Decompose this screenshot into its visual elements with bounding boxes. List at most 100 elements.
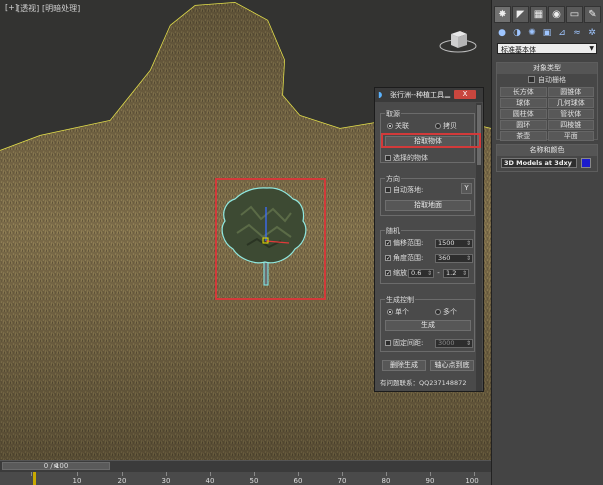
sphere-button[interactable]: 球体: [500, 98, 547, 108]
viewport-shading-mode[interactable]: [明暗处理]: [42, 3, 80, 14]
lights-icon[interactable]: ✺: [526, 27, 538, 39]
helpers-icon[interactable]: ⊿: [556, 27, 568, 39]
radio-label: 多个: [443, 308, 457, 316]
radio-icon[interactable]: [387, 309, 393, 315]
app-logo-icon: ◗: [378, 90, 383, 99]
scale-min-spinner[interactable]: 0.6: [408, 268, 434, 278]
ruler-label: 100: [465, 477, 479, 485]
ruler-tick: [77, 472, 78, 476]
checkbox-icon[interactable]: [385, 155, 391, 161]
delete-generated-button[interactable]: 删除生成: [382, 360, 426, 371]
object-type-rollout: 对象类型 自动栅格 长方体 圆锥体 球体 几何球体 圆柱体 管状体 圆环 四棱锥…: [496, 62, 598, 141]
motion-tab-icon[interactable]: ◉: [548, 6, 565, 23]
checkbox-icon[interactable]: [385, 187, 391, 193]
ruler-label: 60: [293, 477, 303, 485]
autogrid-label: 自动栅格: [538, 75, 566, 84]
generate-control-group: 生成控制 单个 多个 生成 固定间距: 3000: [380, 295, 475, 352]
random-group: 随机 ✓ 偏移范围: 1500 ✓ 角度范围: 360 ✓ 缩放 0.6 - 1…: [380, 226, 475, 284]
ruler-tick: [254, 472, 255, 476]
modify-tab-icon[interactable]: ◤: [512, 6, 529, 23]
object-category-dropdown[interactable]: 标准基本体 ▼: [497, 43, 597, 54]
torus-button[interactable]: 圆环: [500, 120, 547, 130]
ruler-tick: [474, 472, 475, 476]
range-separator: -: [437, 269, 440, 277]
checkbox-icon[interactable]: [528, 76, 535, 83]
time-slider[interactable]: < 0 / 100 >: [2, 462, 110, 470]
auto-ground-checkbox[interactable]: 自动落地:: [385, 185, 423, 195]
cylinder-button[interactable]: 圆柱体: [500, 109, 547, 119]
display-tab-icon[interactable]: ▭: [566, 6, 583, 23]
radio-icon[interactable]: [435, 123, 441, 129]
ruler-tick: [31, 472, 32, 476]
cone-button[interactable]: 圆锥体: [547, 87, 594, 97]
cameras-icon[interactable]: ▣: [541, 27, 553, 39]
ruler-tick: [298, 472, 299, 476]
hierarchy-tab-icon[interactable]: ▦: [530, 6, 547, 23]
radio-icon[interactable]: [435, 309, 441, 315]
current-frame-marker[interactable]: [33, 472, 36, 485]
offset-range-row: ✓ 偏移范围: 1500: [385, 238, 473, 248]
ruler-tick: [210, 472, 211, 476]
axis-y-button[interactable]: Y: [461, 183, 472, 194]
ruler-label: 70: [337, 477, 347, 485]
scale-row: ✓ 缩放 0.6 - 1.2: [385, 268, 469, 278]
spacewarps-icon[interactable]: ≈: [571, 27, 583, 39]
multiple-radio[interactable]: 多个: [435, 307, 457, 317]
pivot-to-bottom-button[interactable]: 轴心点到底: [430, 360, 474, 371]
selected-objects-checkbox[interactable]: 选择的物体: [385, 153, 428, 163]
angle-label: 角度范围:: [393, 254, 424, 262]
chevron-right-icon[interactable]: >: [3, 462, 109, 470]
checkbox-icon[interactable]: ✓: [385, 270, 391, 277]
autogrid-checkbox[interactable]: 自动栅格: [497, 74, 597, 85]
single-radio[interactable]: 单个: [387, 307, 409, 317]
geosphere-button[interactable]: 几何球体: [547, 98, 594, 108]
track-bar[interactable]: 10 20 30 40 50 60 70 80 90 100: [0, 472, 491, 485]
timeline[interactable]: < 0 / 100 > 10 20 30 40 50 60 70 80 90 1…: [0, 460, 491, 485]
group-title: 生成控制: [385, 295, 415, 305]
ruler-tick: [166, 472, 167, 476]
ruler-tick: [430, 472, 431, 476]
pick-ground-button[interactable]: 拾取地面: [385, 200, 471, 211]
create-tab-icon[interactable]: ✸: [494, 6, 511, 23]
viewport-menu-plus[interactable]: [+]: [5, 3, 18, 12]
scale-max-spinner[interactable]: 1.2: [443, 268, 469, 278]
create-category-bar: ● ◑ ✺ ▣ ⊿ ≈ ✲: [496, 27, 598, 39]
checkbox-icon[interactable]: ✓: [385, 255, 391, 262]
plane-button[interactable]: 平面: [547, 131, 594, 141]
dropdown-value: 标准基本体: [501, 46, 536, 54]
rollout-header[interactable]: 名称和颜色: [497, 145, 597, 156]
ruler-label: 50: [249, 477, 259, 485]
angle-spinner[interactable]: 360: [435, 253, 473, 263]
object-name-field[interactable]: 3D Models at 3dxy: [501, 158, 577, 168]
checkbox-icon[interactable]: [385, 340, 391, 346]
radio-icon[interactable]: [387, 123, 393, 129]
box-button[interactable]: 长方体: [500, 87, 547, 97]
ruler-label: 90: [425, 477, 435, 485]
offset-spinner[interactable]: 1500: [435, 238, 473, 248]
systems-icon[interactable]: ✲: [586, 27, 598, 39]
ruler-label: 10: [72, 477, 82, 485]
radio-label: 关联: [395, 122, 409, 130]
teapot-button[interactable]: 茶壶: [500, 131, 547, 141]
instance-radio[interactable]: 关联: [387, 121, 409, 131]
tube-button[interactable]: 管状体: [547, 109, 594, 119]
scale-label: 缩放: [393, 269, 407, 277]
fixed-spacing-spinner[interactable]: 3000: [435, 338, 473, 348]
close-button[interactable]: X: [454, 90, 476, 99]
dialog-titlebar[interactable]: ◗ 张行洲--种植工具 ▁ X: [375, 88, 483, 102]
object-color-swatch[interactable]: [581, 158, 591, 168]
copy-radio[interactable]: 拷贝: [435, 121, 457, 131]
selection-highlight-box: [215, 178, 326, 300]
utilities-tab-icon[interactable]: ✎: [584, 6, 601, 23]
shapes-icon[interactable]: ◑: [511, 27, 523, 39]
minimize-icon[interactable]: ▁: [443, 91, 452, 98]
contact-footer: 有问题联系：QQ237148872: [380, 379, 467, 387]
rollout-header[interactable]: 对象类型: [497, 63, 597, 74]
checkbox-icon[interactable]: ✓: [385, 240, 391, 247]
pyramid-button[interactable]: 四棱锥: [547, 120, 594, 130]
viewport-point-of-view[interactable]: [透视]: [17, 3, 39, 14]
viewcube-icon[interactable]: [438, 26, 478, 56]
chevron-down-icon: ▼: [589, 45, 594, 52]
generate-button[interactable]: 生成: [385, 320, 471, 331]
geometry-icon[interactable]: ●: [496, 27, 508, 39]
